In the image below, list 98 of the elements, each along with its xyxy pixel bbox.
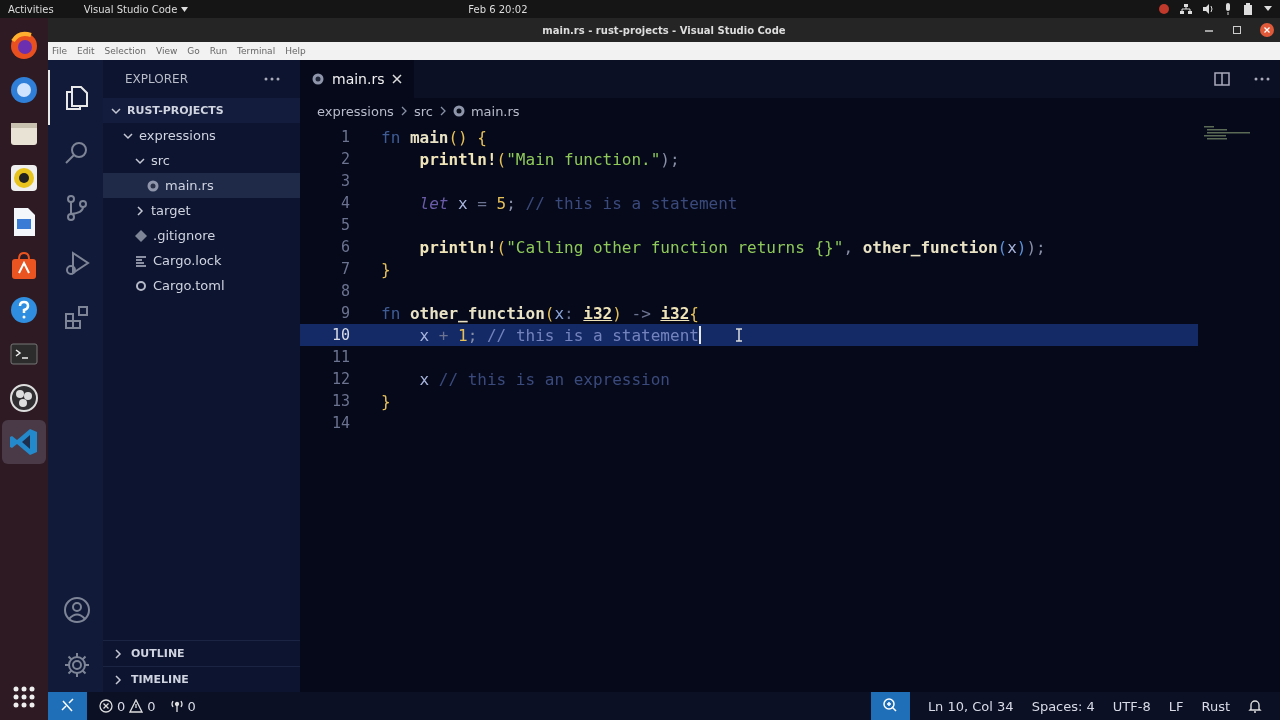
record-icon[interactable] (9, 383, 39, 413)
line-number: 4 (339, 194, 350, 212)
code-line: fn other_function(x: i32) -> i32{ (381, 303, 699, 323)
breadcrumb-item[interactable]: src (413, 103, 433, 119)
tree-item[interactable]: target (103, 198, 300, 223)
code-line: fn main() { (381, 127, 487, 147)
zoom-button[interactable] (870, 692, 910, 720)
editor-tab[interactable]: main.rs (300, 60, 415, 98)
line-number: 14 (330, 414, 350, 432)
line-number: 7 (339, 260, 350, 278)
browser-icon[interactable] (9, 31, 39, 61)
app-grid-icon[interactable] (13, 686, 35, 708)
breadcrumb-item[interactable]: expressions (317, 103, 394, 119)
speaker-icon[interactable] (9, 163, 39, 193)
tree-item[interactable]: main.rs (103, 173, 300, 198)
extensions-icon[interactable] (62, 303, 91, 332)
line-number: 9 (339, 304, 350, 322)
encoding[interactable]: UTF-8 (1112, 698, 1151, 714)
tree-item[interactable]: expressions (103, 123, 300, 148)
explorer-title: EXPLORER (125, 72, 188, 86)
code-line: let x = 5; // this is a statement (418, 193, 738, 213)
split-editor-icon[interactable] (1214, 71, 1230, 87)
line-number: 10 (330, 326, 350, 344)
warning-count[interactable]: 0 (147, 698, 156, 714)
line-ending[interactable]: LF (1168, 698, 1184, 714)
warning-icon[interactable] (129, 699, 144, 713)
menu-item[interactable]: Run (209, 46, 228, 56)
more-icon[interactable] (1254, 77, 1270, 81)
settings-icon[interactable] (62, 650, 91, 679)
line-number: 8 (339, 282, 350, 300)
tree-item[interactable]: Cargo.toml (103, 273, 300, 298)
tree-item[interactable]: RUST-PROJECTS (103, 98, 300, 123)
chevron-icon (399, 106, 408, 116)
lines-icon (135, 254, 147, 267)
tree-item[interactable]: .gitignore (103, 223, 300, 248)
minimap (1204, 126, 1250, 140)
caret-icon[interactable] (181, 6, 189, 12)
error-icon[interactable] (99, 699, 113, 713)
tree-item[interactable]: src (103, 148, 300, 173)
breadcrumb-item[interactable]: main.rs (470, 103, 520, 119)
more-icon[interactable] (264, 77, 280, 81)
line-number: 2 (339, 150, 350, 168)
indentation[interactable]: Spaces: 4 (1031, 698, 1095, 714)
line-number: 5 (339, 216, 350, 234)
error-count[interactable]: 0 (117, 698, 126, 714)
line-number: 12 (330, 370, 350, 388)
cursor-position[interactable]: Ln 10, Col 34 (927, 698, 1014, 714)
clock[interactable]: Feb 6 20:02 (468, 3, 528, 15)
menu-item[interactable]: Selection (104, 46, 146, 56)
close-icon[interactable] (1260, 23, 1274, 37)
shopping-bag-icon[interactable] (9, 251, 39, 281)
code-line: x // this is an expression (418, 369, 670, 389)
battery-icon[interactable] (1242, 3, 1254, 15)
activities-button[interactable]: Activities (8, 3, 54, 15)
diamond-icon (135, 229, 147, 242)
code-line: println!("Main function."); (418, 149, 680, 169)
mail-icon[interactable] (9, 75, 39, 105)
menu-item[interactable]: Help (285, 46, 306, 56)
code-line: } (381, 259, 391, 279)
ports-count[interactable]: 0 (187, 698, 196, 714)
antenna-icon[interactable] (169, 699, 184, 713)
account-icon[interactable] (62, 595, 91, 624)
menu-item[interactable]: Terminal (237, 46, 276, 56)
update-icon[interactable] (1158, 3, 1170, 15)
chevron-icon (113, 674, 123, 685)
network-icon[interactable] (1180, 3, 1192, 15)
code-line: x + 1; // this is a statement (418, 325, 699, 345)
chevron-icon (111, 105, 121, 116)
tree-item[interactable]: Cargo.lock (103, 248, 300, 273)
menu-item[interactable]: Go (187, 46, 200, 56)
volume-icon[interactable] (1202, 3, 1214, 15)
code-line: println!("Calling other function returns {}", other_function(x)); (418, 237, 1046, 257)
line-number: 11 (330, 348, 350, 366)
help-icon[interactable] (9, 295, 39, 325)
line-number: 6 (339, 238, 350, 256)
code-line: } (381, 391, 391, 411)
menu-item[interactable]: File (52, 46, 68, 56)
close-icon[interactable] (392, 74, 403, 84)
bell-icon[interactable] (1248, 699, 1262, 713)
line-number: 13 (330, 392, 350, 410)
code-editor-icon[interactable] (9, 427, 39, 457)
window-title: main.rs - rust-projects - Visual Studio Code (542, 24, 786, 36)
line-number: 1 (339, 128, 350, 146)
chevron-icon (135, 155, 145, 166)
chevron-icon (438, 106, 447, 116)
app-menu[interactable]: Visual Studio Code (83, 3, 178, 15)
menu-item[interactable]: View (156, 46, 178, 56)
chevron-icon (135, 205, 145, 216)
caret-icon[interactable] (1264, 6, 1272, 12)
chevron-icon (123, 130, 133, 141)
remote-button[interactable] (48, 692, 87, 720)
chevron-icon (113, 648, 123, 659)
text-cursor (698, 326, 701, 344)
text-cursor-icon (734, 328, 743, 342)
menu-item[interactable]: Edit (77, 46, 95, 56)
line-number: 3 (339, 172, 350, 190)
language-mode[interactable]: Rust (1201, 698, 1230, 714)
maximize-icon[interactable] (1232, 25, 1242, 35)
